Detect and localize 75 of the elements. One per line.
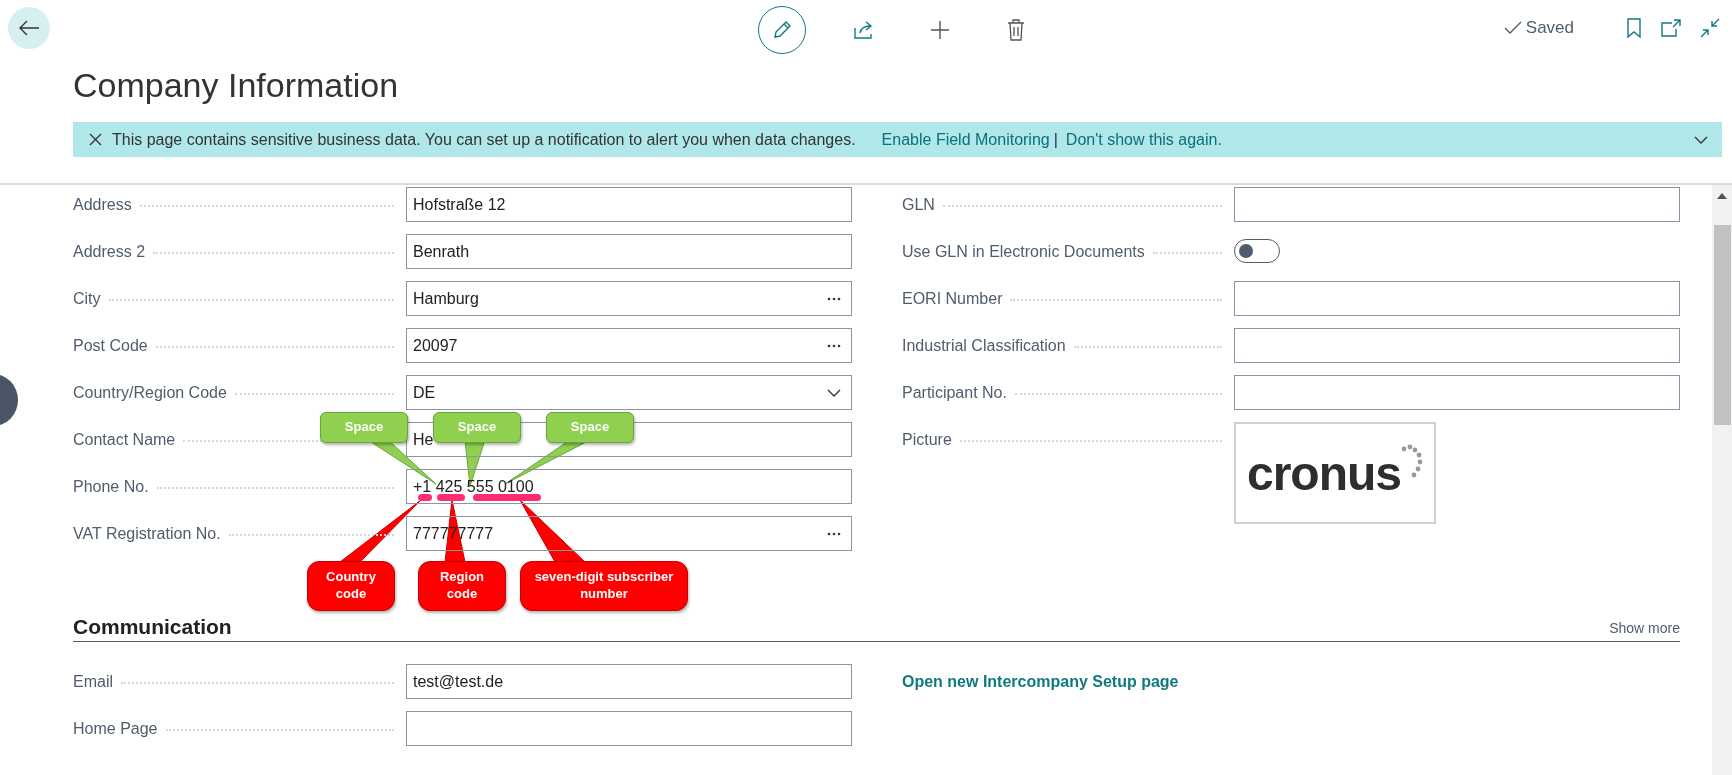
- input-field[interactable]: [1234, 328, 1680, 363]
- intercompany-setup-link[interactable]: Open new Intercompany Setup page: [902, 673, 1179, 690]
- field-label: Use GLN in Electronic Documents: [902, 242, 1145, 262]
- field-label: Contact Name: [73, 430, 176, 450]
- underline-mark: [473, 494, 541, 501]
- field-label: Country/Region Code: [73, 383, 227, 403]
- chevron-down-icon[interactable]: [1694, 135, 1708, 144]
- saved-status: Saved: [1525, 18, 1574, 38]
- field-label: City: [73, 289, 101, 309]
- input-field[interactable]: 20097: [406, 328, 852, 363]
- field-label: Phone No.: [73, 477, 149, 497]
- field-label: EORI Number: [902, 289, 1003, 309]
- callout: Space: [546, 412, 634, 443]
- section-heading: Communication: [73, 615, 232, 639]
- callout: Space: [320, 412, 408, 443]
- plus-icon: [929, 19, 951, 41]
- back-button[interactable]: [8, 7, 50, 49]
- field-label: GLN: [902, 195, 935, 215]
- logo-text: cronus: [1247, 445, 1401, 501]
- field-label: Address: [73, 195, 132, 215]
- input-field[interactable]: [1234, 281, 1680, 316]
- trash-icon: [1007, 19, 1025, 41]
- callout: seven-digit subscriber number: [520, 561, 688, 611]
- input-field[interactable]: [406, 711, 852, 746]
- collapse-icon[interactable]: [1700, 18, 1720, 38]
- field-label: VAT Registration No.: [73, 524, 221, 544]
- underline-mark: [418, 494, 432, 501]
- input-field[interactable]: [1234, 187, 1680, 222]
- field-value: +1 425 555 0100: [413, 477, 535, 496]
- underline-mark: [437, 494, 465, 501]
- callout: Region code: [418, 561, 506, 611]
- callout: Country code: [307, 561, 395, 611]
- field-value: Benrath: [413, 242, 471, 261]
- field-value: Hofstraße 12: [413, 195, 507, 214]
- field-label: Home Page: [73, 719, 158, 739]
- scrollbar[interactable]: [1712, 183, 1732, 775]
- input-field[interactable]: +1 425 555 0100: [406, 469, 852, 504]
- bookmark-icon[interactable]: [1626, 18, 1642, 38]
- input-field[interactable]: test@test.de: [406, 664, 852, 699]
- banner-link[interactable]: Don't show this again.: [1065, 130, 1222, 149]
- field-value: Hamburg: [413, 289, 480, 308]
- callout-pointer: [519, 499, 586, 563]
- more-icon[interactable]: [827, 343, 841, 348]
- edit-button[interactable]: [758, 6, 806, 54]
- field-label: Post Code: [73, 336, 148, 356]
- field-label: Participant No.: [902, 383, 1007, 403]
- open-new-window-icon[interactable]: [1660, 18, 1682, 38]
- field-label: Industrial Classification: [902, 336, 1066, 356]
- show-more-link[interactable]: Show more: [1609, 620, 1680, 636]
- input-field[interactable]: Benrath: [406, 234, 852, 269]
- more-icon[interactable]: [827, 531, 841, 536]
- more-icon[interactable]: [827, 296, 841, 301]
- field-value: He: [413, 430, 435, 449]
- input-field[interactable]: Hofstraße 12: [406, 187, 852, 222]
- field-label: Email: [73, 672, 113, 692]
- field-label: Picture: [902, 430, 952, 450]
- link-separator: |: [1053, 130, 1058, 149]
- check-icon: [1503, 21, 1522, 35]
- input-field[interactable]: Hamburg: [406, 281, 852, 316]
- field-value: DE: [413, 383, 437, 402]
- input-field[interactable]: DE: [406, 375, 852, 410]
- banner-link[interactable]: Enable Field Monitoring: [881, 130, 1050, 149]
- chevron-down-icon[interactable]: [827, 388, 841, 397]
- close-icon[interactable]: [89, 133, 102, 146]
- share-icon: [853, 20, 875, 40]
- field-label: Address 2: [73, 242, 146, 262]
- field-value: 20097: [413, 336, 459, 355]
- field-value: test@test.de: [413, 672, 505, 691]
- pencil-icon: [771, 19, 793, 41]
- scroll-up-icon[interactable]: [1717, 193, 1727, 199]
- toggle-switch[interactable]: [1234, 239, 1280, 263]
- banner-message: This page contains sensitive business data. You can set up a notification to alert you when data changes.: [112, 130, 856, 149]
- input-field[interactable]: [1234, 375, 1680, 410]
- page-title: Company Information: [73, 66, 400, 106]
- arrow-left-icon: [18, 20, 40, 36]
